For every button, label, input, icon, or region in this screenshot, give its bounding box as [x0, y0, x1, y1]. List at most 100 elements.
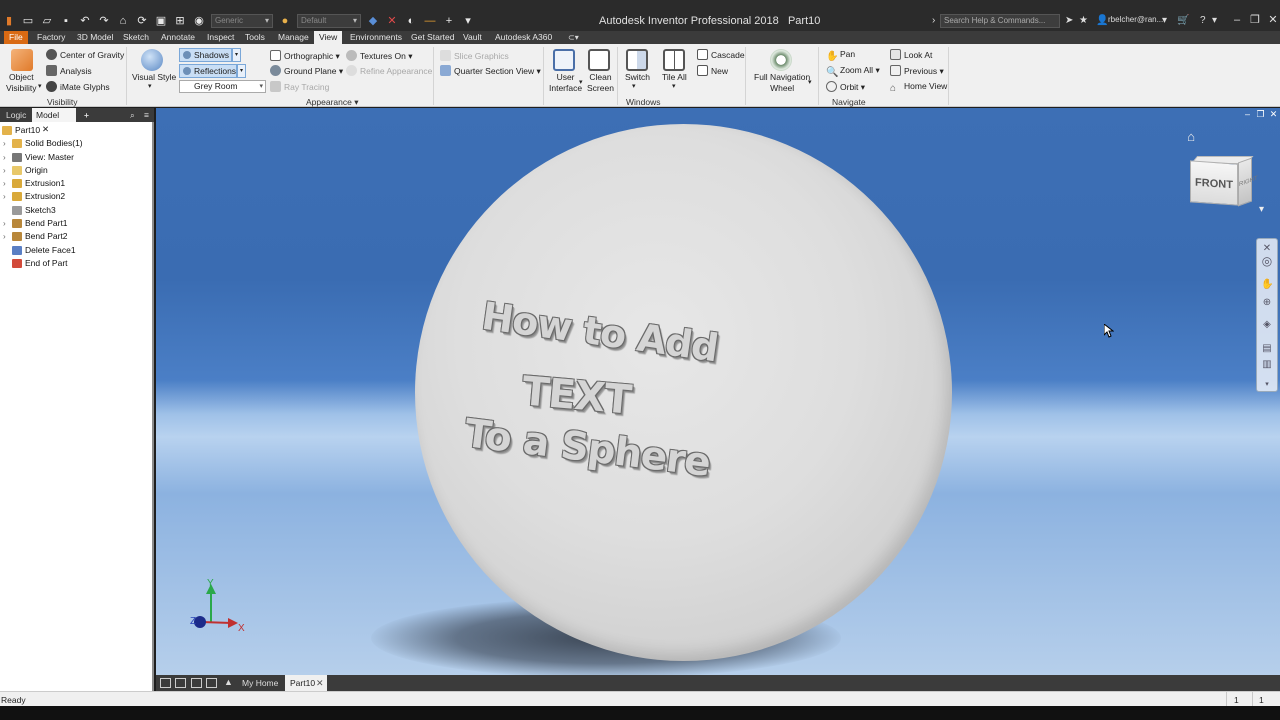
clean-screen-icon[interactable] [588, 49, 610, 71]
zoom-all-button[interactable]: 🔍 Zoom All ▾ [826, 65, 880, 78]
tree-node[interactable]: › Bend Part2 [0, 230, 154, 243]
quarter-section-view-button[interactable]: Quarter Section View ▾ [440, 65, 541, 77]
favorites-icon[interactable]: ★ [1079, 14, 1088, 28]
tab-environments[interactable]: Environments [345, 31, 407, 44]
tab-manage[interactable]: Manage [273, 31, 314, 44]
shadows-toggle[interactable]: Shadows ▾ [179, 48, 241, 62]
browser-tab-logic[interactable]: Logic [2, 108, 30, 122]
chevron-down-icon[interactable]: ▾ [579, 77, 583, 88]
close-icon[interactable]: ✕ [1267, 108, 1280, 121]
user-interface-button[interactable]: User Interface [549, 72, 582, 94]
lighting-style-select[interactable]: Grey Room ▾ [179, 80, 266, 93]
sphere-model[interactable] [415, 124, 952, 661]
clear-override-icon[interactable]: ✕ [385, 14, 399, 28]
tab-3d-model[interactable]: 3D Model [72, 31, 118, 44]
search-input[interactable]: Search Help & Commands... [940, 14, 1060, 28]
look-at-button[interactable]: Look At [890, 49, 932, 61]
visual-style-button[interactable]: Visual Style [132, 72, 176, 83]
chevron-down-icon[interactable]: ▾ [237, 64, 246, 78]
graphics-viewport[interactable]: – ❐ ✕ How to Add TEXT To a Sphere ⌂ FRON… [156, 108, 1280, 675]
tab-view[interactable]: View [314, 31, 343, 44]
clean-screen-button[interactable]: Clean Screen [587, 72, 614, 94]
viewcube-front-face[interactable]: FRONT [1190, 160, 1238, 206]
tile-grid-icon[interactable] [175, 678, 186, 688]
tile-all-icon[interactable] [663, 49, 685, 71]
chevron-down-icon[interactable]: ▾ [672, 81, 676, 92]
restore-button[interactable]: ❐ [1246, 12, 1264, 28]
navigation-wheel-icon[interactable] [770, 49, 792, 71]
nav-customize-icon[interactable]: ▥ [1261, 359, 1273, 371]
cascade-button[interactable]: Cascade [697, 49, 745, 61]
tree-node[interactable]: › Solid Bodies(1) [0, 137, 154, 150]
home-view-button[interactable]: ⌂ Home View [890, 81, 947, 94]
visual-style-icon[interactable] [141, 49, 163, 71]
tree-node[interactable]: › Origin [0, 164, 154, 177]
chevron-down-icon[interactable]: ▾ [232, 48, 241, 62]
refine-appearance-button[interactable]: Refine Appearance [346, 65, 432, 77]
chevron-down-icon[interactable]: ▾ [632, 81, 636, 92]
object-visibility-button[interactable]: Object Visibility [6, 72, 37, 94]
expand-chevron-icon[interactable]: › [3, 137, 6, 150]
cart-icon[interactable]: 🛒 [1177, 14, 1189, 28]
chevron-down-icon[interactable]: ▾ [808, 77, 812, 88]
close-button[interactable]: ✕ [1264, 12, 1280, 28]
tab-get-started[interactable]: Get Started [406, 31, 459, 44]
center-of-gravity-button[interactable]: Center of Gravity [46, 49, 124, 61]
object-visibility-icon[interactable] [11, 49, 33, 71]
user-icon[interactable]: 👤 [1096, 14, 1108, 28]
open-icon[interactable]: ▱ [40, 14, 54, 28]
nav-zoom-icon[interactable]: ⊕ [1261, 297, 1273, 309]
tile-horizontal-icon[interactable] [191, 678, 202, 688]
tree-node[interactable]: Sketch3 [0, 204, 154, 217]
ray-tracing-button[interactable]: Ray Tracing [270, 81, 329, 93]
ground-plane-button[interactable]: Ground Plane ▾ [270, 65, 343, 77]
color-override-icon[interactable]: ◆ [366, 14, 380, 28]
app-menu-icon[interactable]: ▮ [2, 14, 16, 28]
previous-view-button[interactable]: Previous ▾ [890, 65, 944, 77]
orthographic-button[interactable]: Orthographic ▾ [270, 50, 340, 62]
nav-look-at-icon[interactable]: ▤ [1261, 343, 1273, 355]
ribbon-minimize-icon[interactable]: ⊂▾ [568, 33, 580, 42]
viewcube-right-face[interactable]: RIGHT [1238, 157, 1258, 207]
pan-button[interactable]: ✋ Pan [826, 49, 855, 62]
new-icon[interactable]: ▭ [21, 14, 35, 28]
tree-node[interactable]: › Extrusion2 [0, 190, 154, 203]
tab-annotate[interactable]: Annotate [156, 31, 200, 44]
line-weight-icon[interactable]: — [423, 14, 437, 28]
tab-sketch[interactable]: Sketch [118, 31, 154, 44]
help-dropdown-icon[interactable]: ▾ [1212, 14, 1217, 28]
switch-button[interactable]: Switch [625, 72, 650, 83]
update-icon[interactable]: ⟳ [135, 14, 149, 28]
panel-title-appearance[interactable]: Appearance ▾ [306, 97, 358, 108]
expand-chevron-icon[interactable]: › [3, 151, 6, 164]
document-list-icon[interactable]: ▲ [224, 677, 233, 687]
tab-vault[interactable]: Vault [458, 31, 487, 44]
signin-arrow-icon[interactable]: ➤ [1065, 14, 1073, 28]
add-icon[interactable]: + [442, 14, 456, 28]
slice-graphics-button[interactable]: Slice Graphics [440, 50, 509, 62]
analysis-button[interactable]: Analysis [46, 65, 92, 77]
save-icon[interactable]: ▪ [59, 14, 73, 28]
doc-tab-my-home[interactable]: My Home [237, 675, 283, 691]
close-icon[interactable]: ✕ [316, 678, 324, 689]
tile-columns-icon[interactable] [206, 678, 217, 688]
home-icon[interactable]: ⌂ [116, 14, 130, 28]
nav-orbit-icon[interactable]: ◈ [1261, 319, 1273, 331]
tree-node[interactable]: › Bend Part1 [0, 217, 154, 230]
expand-chevron-icon[interactable]: › [3, 177, 6, 190]
viewcube-menu-icon[interactable]: ▾ [1259, 204, 1264, 215]
tree-node[interactable]: › Extrusion1 [0, 177, 154, 190]
expand-chevron-icon[interactable]: › [3, 230, 6, 243]
tree-node[interactable]: End of Part [0, 257, 154, 270]
reflections-toggle[interactable]: Reflections ▾ [179, 64, 246, 78]
new-window-button[interactable]: New [697, 65, 728, 77]
help-icon[interactable]: ? [1200, 14, 1206, 28]
switch-icon[interactable] [626, 49, 648, 71]
expand-chevron-icon[interactable]: › [3, 164, 6, 177]
tab-inspect[interactable]: Inspect [202, 31, 239, 44]
appearance-dropdown[interactable]: Generic ▾ [211, 14, 273, 28]
user-dropdown-icon[interactable]: ▾ [1162, 14, 1167, 28]
undo-icon[interactable]: ↶ [78, 14, 92, 28]
search-expand-icon[interactable]: › [932, 14, 935, 28]
tile-vertical-icon[interactable] [160, 678, 171, 688]
